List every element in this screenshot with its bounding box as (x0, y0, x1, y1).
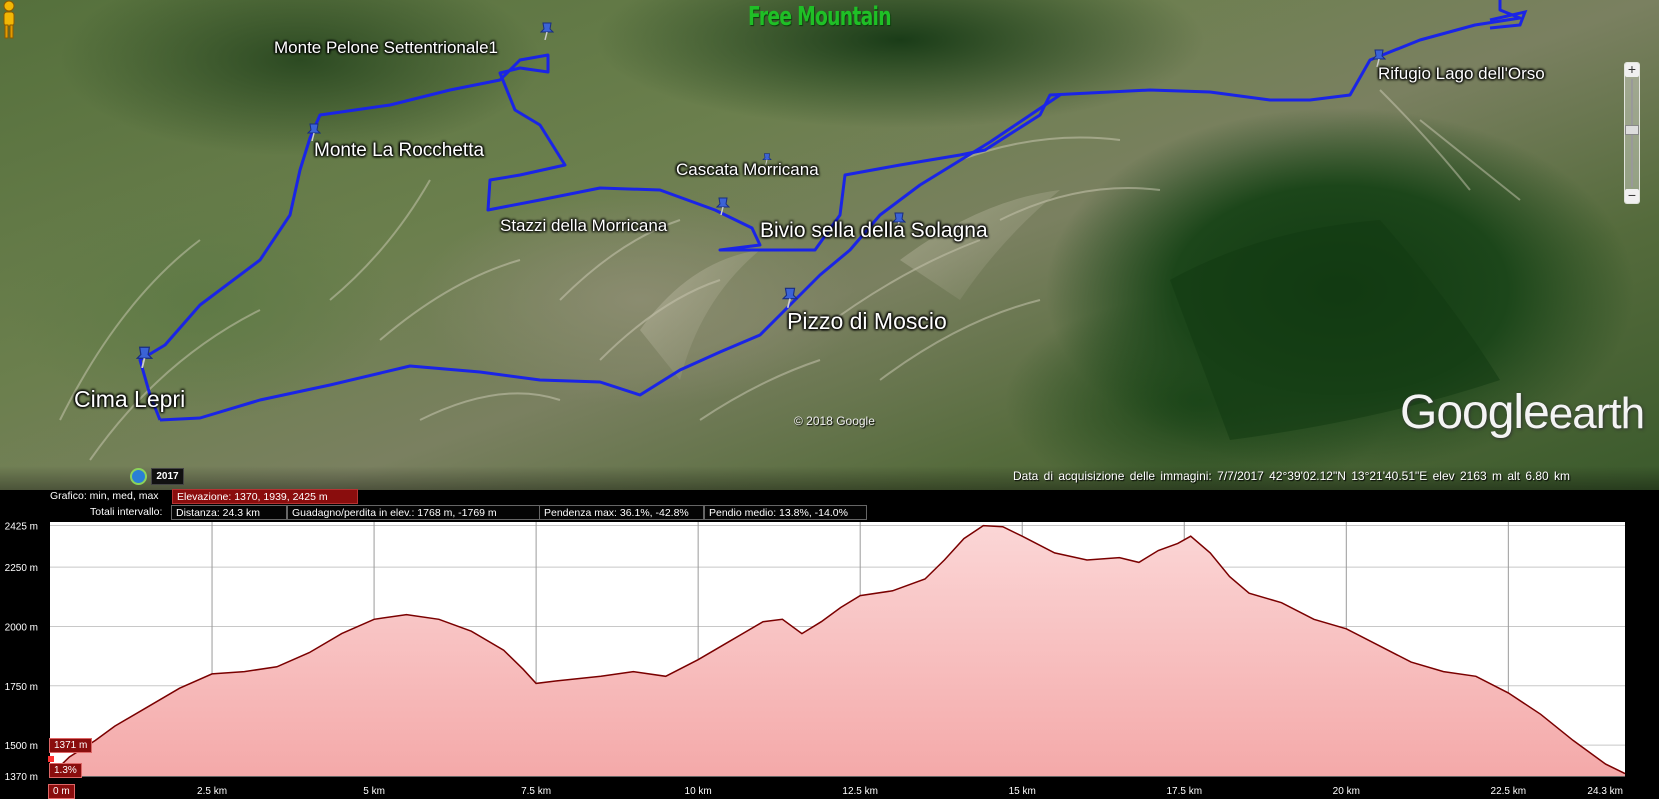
place-label[interactable]: Monte Pelone Settentrionale1 (274, 38, 498, 58)
y-tick-label: 2250 m (5, 563, 38, 574)
place-label[interactable]: Bivio sella della Solagna (760, 219, 988, 243)
y-tick-label: 2000 m (5, 622, 38, 633)
y-tick-label: 2425 m (5, 522, 38, 533)
place-label[interactable]: Rifugio Lago dell'Orso (1378, 64, 1545, 84)
y-tick-label: 1370 m (5, 772, 38, 783)
elevation-stats[interactable]: Elevazione: 1370, 1939, 2425 m (172, 489, 358, 504)
y-axis-ticks: 2425 m 2250 m 2000 m 1750 m 1500 m 1370 m (5, 522, 38, 783)
x-tick-label: 20 km (1333, 786, 1360, 797)
pushpin-icon[interactable] (540, 22, 554, 40)
avg-slope-stat[interactable]: Pendio medio: 13.8%, -14.0% (704, 505, 867, 520)
x-tick-label: 10 km (685, 786, 712, 797)
cursor-distance: 0 m (48, 784, 75, 799)
distance-stat[interactable]: Distanza: 24.3 km (171, 505, 287, 520)
y-tick-label: 1750 m (5, 682, 38, 693)
totals-label: Totali intervallo: (90, 506, 163, 518)
zoom-knob[interactable] (1625, 125, 1639, 135)
cursor-elevation: 1371 m (49, 738, 93, 753)
x-tick-label: 2.5 km (197, 786, 227, 797)
x-tick-label: 22.5 km (1491, 786, 1527, 797)
map-view[interactable]: Free Mountain Monte Pelone Settentrional… (0, 0, 1659, 490)
clock-icon[interactable] (130, 468, 147, 485)
x-tick-label: 17.5 km (1166, 786, 1202, 797)
place-label[interactable]: Cascata Morricana (676, 160, 819, 180)
x-tick-label: 5 km (363, 786, 385, 797)
place-label[interactable]: Cima Lepri (74, 386, 185, 413)
pushpin-icon[interactable] (136, 346, 153, 368)
x-tick-label: 7.5 km (521, 786, 551, 797)
zoom-slider[interactable]: + − (1624, 62, 1640, 204)
zoom-minus-icon[interactable]: − (1625, 188, 1639, 203)
y-tick-label: 1500 m (5, 741, 38, 752)
x-tick-label: 15 km (1009, 786, 1036, 797)
x-axis-ticks: 0 m2.5 km5 km7.5 km10 km12.5 km15 km17.5… (52, 786, 1623, 797)
pegman-icon[interactable] (0, 0, 18, 40)
elevation-chart[interactable]: 2425 m 2250 m 2000 m 1750 m 1500 m 1370 m 0 m… (0, 520, 1659, 798)
place-label[interactable]: Pizzo di Moscio (787, 308, 947, 335)
place-label[interactable]: Stazzi della Morricana (500, 216, 667, 236)
google-earth-logo: Googleearth (1400, 385, 1645, 440)
graph-label: Grafico: min, med, max (50, 490, 159, 502)
place-label[interactable]: Monte La Rocchetta (314, 140, 484, 162)
zoom-plus-icon[interactable]: + (1625, 62, 1639, 77)
pushpin-icon[interactable] (782, 287, 798, 308)
gain-loss-stat[interactable]: Guadagno/perdita in elev.: 1768 m, -1769… (287, 505, 542, 520)
max-slope-stat[interactable]: Pendenza max: 36.1%, -42.8% (539, 505, 704, 520)
cursor-marker[interactable] (48, 756, 54, 762)
x-tick-label: 24.3 km (1587, 786, 1623, 797)
x-tick-label: 12.5 km (842, 786, 878, 797)
logo-google: Google (1400, 386, 1550, 439)
pushpin-icon[interactable] (716, 197, 730, 215)
cursor-grade: 1.3% (49, 763, 82, 778)
logo-earth: earth (1548, 389, 1645, 438)
status-text: Data di acquisizione delle immagini: 7/7… (1013, 469, 1571, 483)
pushpin-icon[interactable] (307, 123, 321, 141)
timeline-year[interactable]: 2017 (151, 468, 184, 485)
brand-watermark: Free Mountain (748, 2, 892, 32)
map-copyright: © 2018 Google (794, 414, 875, 428)
